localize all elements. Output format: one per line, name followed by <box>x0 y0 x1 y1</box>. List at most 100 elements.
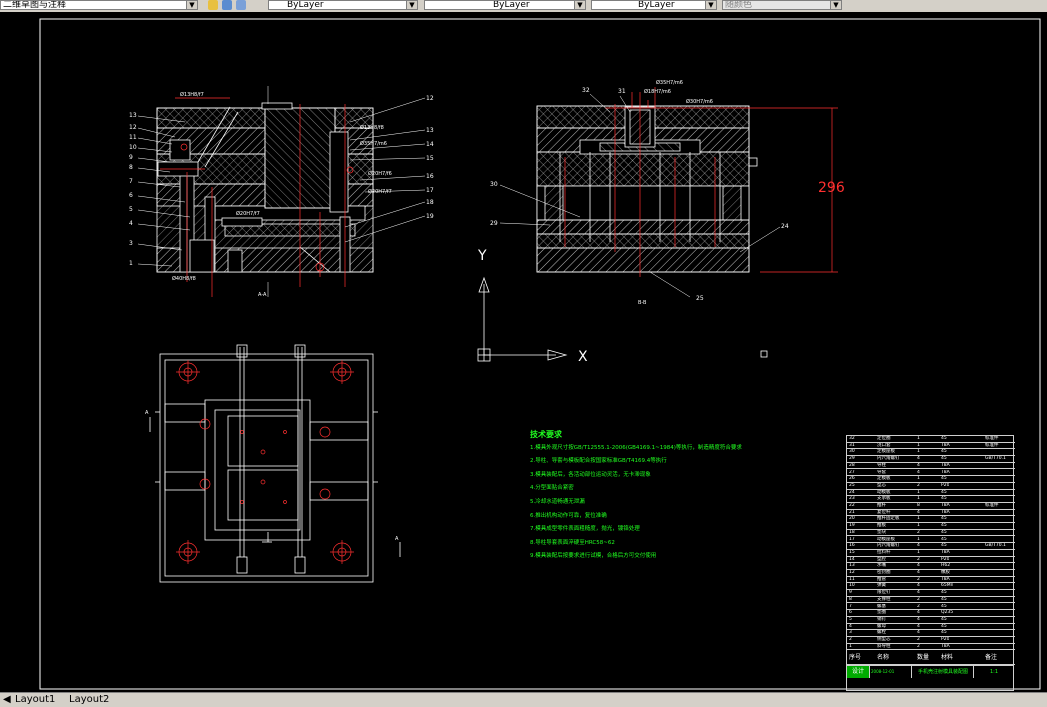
svg-text:10: 10 <box>129 144 137 151</box>
technical-requirements: 技术要求 1.模具外观尺寸按GB/T12555.1-2006(GB4169.1~… <box>530 428 830 564</box>
bom-cell: 31 <box>849 442 855 448</box>
color-dropdown[interactable]: ByLayer ▼ <box>268 0 418 10</box>
bom-cell: 标准件 <box>985 503 999 508</box>
bom-cell: 1 <box>917 523 920 529</box>
svg-text:12: 12 <box>129 124 137 131</box>
bom-cell: 45 <box>941 543 947 549</box>
bom-cell: 4 <box>917 590 920 596</box>
bom-cell: 推板 <box>877 523 886 529</box>
bom-cell: 22 <box>849 503 855 508</box>
bom-row: 15 拉料杆 1 T8A <box>847 550 1015 557</box>
bom-cell: 1 <box>917 516 920 522</box>
bom-cell: 推杆固定板 <box>877 516 900 522</box>
svg-text:17: 17 <box>426 187 434 194</box>
bom-row: 30 定模座板 1 45 <box>847 449 1015 457</box>
bom-cell: 2 <box>917 643 920 649</box>
svg-text:25: 25 <box>696 295 704 302</box>
bom-row: 12 密封圈 4 橡胶 <box>847 570 1015 577</box>
layer-prev-icon[interactable] <box>236 0 246 10</box>
lineweight-dropdown[interactable]: ByLayer ▼ <box>591 0 717 10</box>
plotstyle-value: 随颜色 <box>725 0 753 10</box>
bom-row: 1 斜导柱 2 T8A <box>847 644 1015 651</box>
bom-cell: 45 <box>941 456 947 462</box>
color-value: ByLayer <box>287 0 324 10</box>
chevron-down-icon[interactable]: ▼ <box>406 1 417 9</box>
bom-row: 16 内六角螺钉 4 45 GB/T70.1 <box>847 543 1015 550</box>
svg-text:13: 13 <box>129 112 137 119</box>
tab-layout2[interactable]: Layout2 <box>66 693 112 707</box>
bom-cell: 弹簧 <box>877 583 886 589</box>
chevron-down-icon[interactable]: ▼ <box>830 1 841 9</box>
bom-cell: 1 <box>917 549 920 555</box>
bom-cell: 1 <box>917 449 920 455</box>
designer-label: 设计 <box>851 668 864 675</box>
bom-cell: 8 <box>849 596 852 602</box>
ucs-x-label: X <box>578 349 588 365</box>
layout-tabs-bar: ◀ Layout1 Layout2 <box>0 692 1047 707</box>
bom-cell: Q235 <box>941 610 954 616</box>
bom-cell: 4 <box>917 570 920 575</box>
scale-value: 1:1 <box>989 669 999 675</box>
bom-cell: 12 <box>849 570 855 575</box>
bom-row: 3 螺栓 4 45 <box>847 630 1015 637</box>
bom-cell: 支承板 <box>877 496 891 502</box>
bom-cell: 23 <box>849 496 855 502</box>
bom-cell: T8A <box>941 469 950 475</box>
svg-text:16: 16 <box>426 173 434 180</box>
bom-cell: 橡胶 <box>941 570 950 575</box>
bom-cell: 2 <box>917 637 920 642</box>
svg-text:32: 32 <box>582 87 590 94</box>
bom-cell: 标准件 <box>985 436 999 441</box>
bom-cell: 45 <box>941 536 947 542</box>
bom-cell: 14 <box>849 556 855 562</box>
bom-cell: 17 <box>849 536 855 542</box>
fit-label: Ø18H7/m6 <box>644 88 671 95</box>
svg-text:8: 8 <box>129 164 133 171</box>
svg-text:1: 1 <box>129 260 133 267</box>
ucs-icon <box>477 276 768 362</box>
plotstyle-dropdown[interactable]: 随颜色 ▼ <box>722 0 842 10</box>
bom-cell: 30 <box>849 449 855 455</box>
svg-text:4: 4 <box>129 220 133 227</box>
bom-cell: 45 <box>941 603 947 609</box>
bom-cell: 支撑柱 <box>877 596 891 602</box>
bom-cell: 45 <box>941 476 947 482</box>
tech-line: 4.分型面贴合紧密 <box>530 485 574 492</box>
svg-text:13: 13 <box>426 127 434 134</box>
svg-text:19: 19 <box>426 213 434 220</box>
chevron-down-icon[interactable]: ▼ <box>574 1 585 9</box>
bom-cell: 水嘴 <box>877 563 886 569</box>
chevron-down-icon[interactable]: ▼ <box>705 1 716 9</box>
title-block: 设计 2008-12-01 手机壳注射模具装配图 1:1 <box>847 665 1013 691</box>
layer-state-icon[interactable] <box>208 0 218 10</box>
bom-cell: 4 <box>917 623 920 629</box>
bom-cell: T8A <box>941 643 950 649</box>
section-label: B-B <box>638 300 647 306</box>
tab-layout1[interactable]: Layout1 <box>12 693 58 707</box>
layer-manager-icon[interactable] <box>222 0 232 10</box>
scale-cell: 1:1 <box>975 666 1013 678</box>
fit-label: Ø20H7/f7 <box>368 188 392 195</box>
bom-cell: 2 <box>917 556 920 562</box>
tech-line: 9.模具装配后按要求进行试模，合格后方可交付使用 <box>530 553 657 560</box>
bom-cell: 45 <box>941 529 947 535</box>
bom-cell: 4 <box>849 623 852 629</box>
fit-label: Ø13H8/f8 <box>360 124 384 131</box>
workspace-dropdown[interactable]: 二维草图与注释 ▼ <box>0 0 198 10</box>
bom-row: 8 支撑柱 2 45 <box>847 597 1015 604</box>
fit-label: Ø35H7/m6 <box>360 140 387 147</box>
bom-cell: 导套 <box>877 469 886 475</box>
bom-cell: 45 <box>941 616 947 622</box>
bom-cell: 推杆 <box>877 503 886 508</box>
bom-cell: T8A <box>941 462 950 468</box>
linetype-dropdown[interactable]: ByLayer ▼ <box>424 0 586 10</box>
fit-label: Ø40H8/f8 <box>172 275 196 282</box>
lineweight-value: ByLayer <box>638 0 675 10</box>
chevron-down-icon[interactable]: ▼ <box>186 1 197 9</box>
bom-cell: T8A <box>941 576 950 582</box>
svg-text:30: 30 <box>490 181 498 188</box>
dimension-296: 296 <box>818 180 845 196</box>
bom-cell: H62 <box>941 563 951 569</box>
bom-cell: T8A <box>941 549 950 555</box>
bom-cell: 2 <box>917 529 920 535</box>
